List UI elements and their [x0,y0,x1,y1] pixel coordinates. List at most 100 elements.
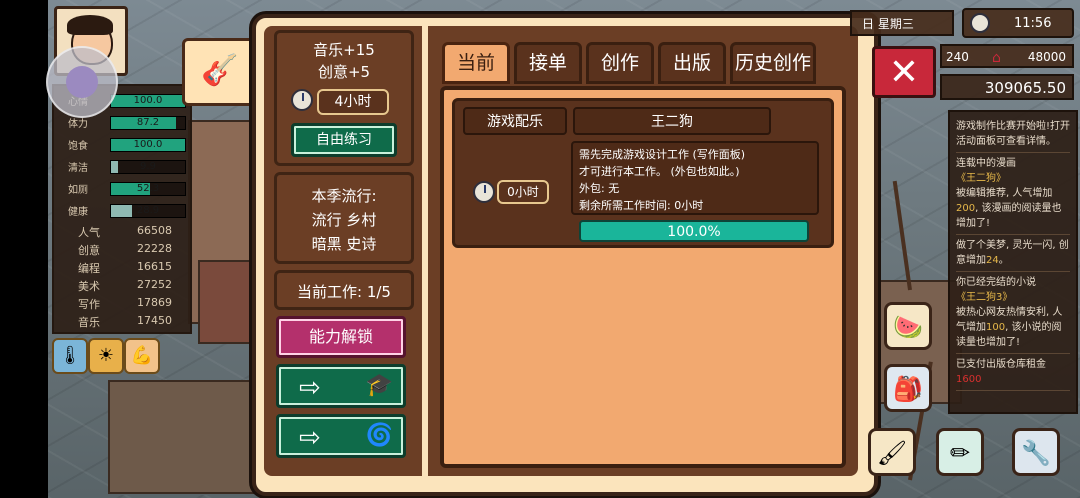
job-time: 0小时 [497,180,549,204]
stat-value: 28.9 [136,205,160,216]
log-highlight: 《王二狗》 [956,173,1006,184]
job-card[interactable]: 游戏配乐 王二狗 0小时 需先完成游戏设计工作 (写作面板) 才可进行本工作。 … [452,98,834,248]
log-text: 你已经完结的小说 [956,277,1036,288]
wrench-icon[interactable]: 🔧 [1012,428,1060,476]
date-display: 日 星期三 [850,10,954,36]
attr-value: 17450 [137,314,172,327]
stat-track: 100.0 [110,94,186,108]
house-icon: ⌂ [992,50,1001,66]
money-display: 309065.50 [940,74,1074,100]
attr-name: 编程 [78,262,100,275]
arm-icon[interactable]: 💪 [124,338,160,374]
tab-history[interactable]: 历史创作 [730,42,816,84]
stat-label: 健康 [68,207,88,218]
attr-name: 创意 [78,244,100,257]
arrow-right-icon: ⇨ [299,373,321,403]
log-entry: 连载中的漫画 《王二狗》 被编辑推荐, 人气增加200, 该漫画的阅读量也增加了! [956,153,1070,235]
resource-left: 240 [946,50,969,64]
log-entry: 做了个美梦, 灵光一闪, 创意增加24。 [956,235,1070,272]
clock-time: 11:56 [1014,16,1052,31]
log-entry: 你已经完结的小说 《王二狗3》 被热心网友热情安利, 人气增加100, 该小说的阅读… [956,272,1070,354]
job-description: 需先完成游戏设计工作 (写作面板) 才可进行本工作。 (外包也如此。) 外包: … [571,141,819,215]
spring-icon: 🌀 [365,423,393,448]
watermelon-icon[interactable]: 🍉 [884,302,932,350]
avatar-hair [67,15,113,35]
panel-divider [422,26,428,476]
dialog-sidebar: 音乐+15 创意+5 4小时 自由练习 本季流行: 流行 乡村 暗黑 史诗 当前… [268,30,416,472]
floating-assist-button[interactable] [46,46,118,118]
log-text: 游戏制作比赛开始啦!打开活动面板可查看详情。 [956,121,1071,147]
attr-value: 66508 [137,224,172,237]
job-progress-bar: 100.0% [579,220,809,242]
stat-bar-toilet: 如厕 52.3 [54,180,190,196]
stat-value: 87.2 [136,117,160,128]
tab-current[interactable]: 当前 [442,42,510,84]
ability-unlock-button[interactable]: 能力解锁 [276,316,406,358]
clock-display: 11:56 [962,8,1074,38]
attr-creativity: 创意 22228 [54,242,190,260]
guitar-icon[interactable]: 🎸 [182,38,258,106]
attr-programming: 编程 16615 [54,260,190,278]
close-button[interactable]: ✕ [872,46,936,98]
stat-track: 9.9 [110,160,186,174]
tree [892,180,912,291]
thermometer-icon[interactable]: 🌡 [52,338,88,374]
attr-writing: 写作 17869 [54,296,190,314]
dialog-tabs: 当前 接单 创作 出版 历史创作 [442,42,852,86]
stat-value: 100.0 [133,139,163,150]
attr-value: 17869 [137,296,172,309]
log-highlight: 100 [986,322,1006,333]
log-highlight: 200 [956,203,976,214]
tab-orders[interactable]: 接单 [514,42,582,84]
goto-study-button[interactable]: ⇨ 🎓 [276,364,406,408]
attr-value: 16615 [137,260,172,273]
sun-icon[interactable]: ☀ [88,338,124,374]
log-entry: 游戏制作比赛开始啦!打开活动面板可查看详情。 [956,116,1070,153]
brush-icon[interactable]: 🖌 [868,428,916,476]
status-icons: 🌡 ☀ 💪 [52,338,162,374]
attr-value: 22228 [137,242,172,255]
timer-icon [291,89,313,111]
current-jobs-box: 当前工作: 1/5 [274,270,414,310]
creativity-bonus: 创意+5 [317,63,371,81]
attr-name: 美术 [78,280,100,293]
pencil-icon[interactable]: ✏ [936,428,984,476]
timer-icon [473,181,495,203]
tab-create[interactable]: 创作 [586,42,654,84]
event-log[interactable]: 游戏制作比赛开始啦!打开活动面板可查看详情。 连载中的漫画 《王二狗》 被编辑推荐,… [948,110,1078,414]
assist-icon [66,66,98,98]
stat-bar-health: 健康 28.9 [54,202,190,218]
job-name: 王二狗 [573,107,771,135]
stat-track: 87.2 [110,116,186,130]
dialog-body: 音乐+15 创意+5 4小时 自由练习 本季流行: 流行 乡村 暗黑 史诗 当前… [264,26,858,476]
graduation-cap-icon: 🎓 [365,373,393,398]
log-highlight: 1600 [956,374,982,385]
trend-line-2: 暗黑 史诗 [311,235,377,253]
trend-title: 本季流行: [311,187,377,205]
stat-track: 28.9 [110,204,186,218]
stat-value: 52.3 [136,183,160,194]
stat-bar-clean: 清洁 9.9 [54,158,190,174]
log-text: 。 [998,255,1009,266]
stat-label: 清洁 [68,163,88,174]
job-desc-line: 外包: 无 [579,182,620,195]
free-practice-button[interactable]: 自由练习 [291,123,397,157]
backpack-icon[interactable]: 🎒 [884,364,932,412]
goto-spring-button[interactable]: ⇨ 🌀 [276,414,406,458]
resource-display: 240 ⌂ 48000 [940,44,1074,68]
tab-publish[interactable]: 出版 [658,42,726,84]
attr-art: 美术 27252 [54,278,190,296]
resource-right: 48000 [1027,50,1066,64]
stat-value: 100.0 [133,95,163,106]
stat-track: 100.0 [110,138,186,152]
stat-track: 52.3 [110,182,186,196]
job-type: 游戏配乐 [463,107,567,135]
status-panel: 心情 100.0 体力 87.2 饱食 100.0 清洁 9.9 如厕 52.3… [52,84,192,334]
current-jobs-count: 当前工作: 1/5 [297,283,391,301]
tab-content: 游戏配乐 王二狗 0小时 需先完成游戏设计工作 (写作面板) 才可进行本工作。 … [440,86,846,468]
music-work-dialog: 音乐+15 创意+5 4小时 自由练习 本季流行: 流行 乡村 暗黑 史诗 当前… [252,14,878,496]
clock-icon [970,13,990,33]
stat-label: 如厕 [68,185,88,196]
stat-label: 饱食 [68,141,88,152]
log-text: 已支付出版仓库租金 [956,359,1046,370]
